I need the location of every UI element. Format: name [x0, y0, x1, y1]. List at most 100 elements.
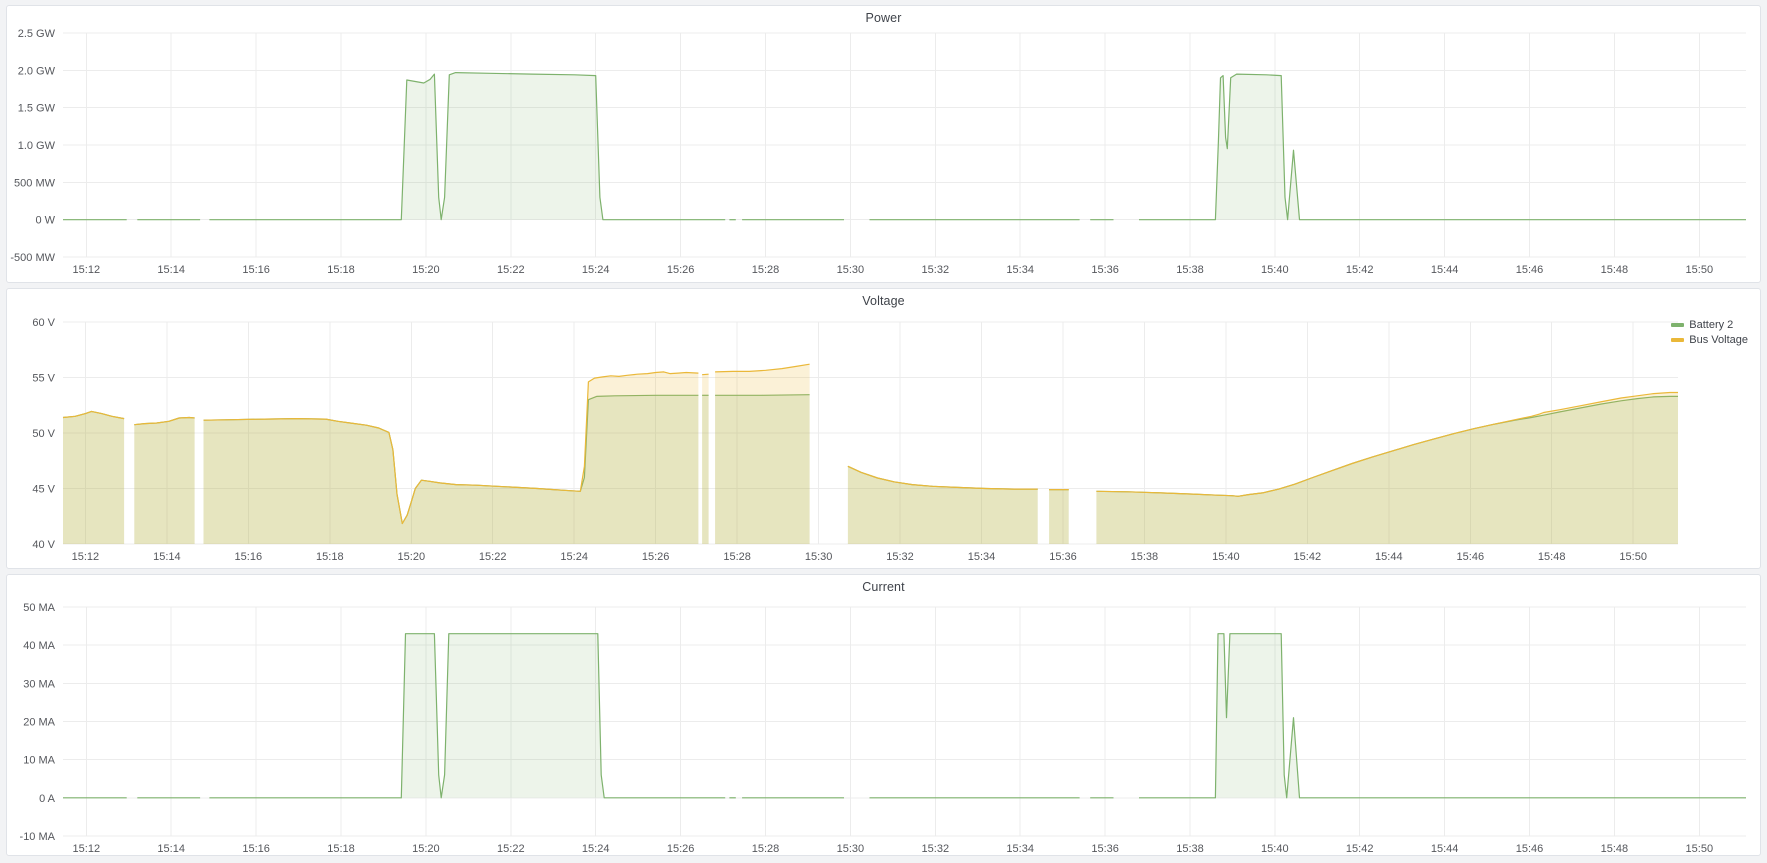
- x-tick-label: 15:32: [922, 843, 950, 855]
- x-tick-label: 15:46: [1457, 551, 1485, 563]
- power-area: [209, 73, 725, 220]
- x-tick-label: 15:44: [1431, 264, 1459, 276]
- x-tick-label: 15:28: [752, 264, 780, 276]
- x-tick-label: 15:22: [497, 264, 525, 276]
- x-tick-label: 15:48: [1601, 264, 1629, 276]
- bus-voltage-area: [1096, 393, 1678, 545]
- x-tick-label: 15:30: [837, 843, 865, 855]
- x-tick-label: 15:26: [667, 264, 695, 276]
- y-tick-label: 1.5 GW: [18, 103, 56, 115]
- x-tick-label: 15:46: [1516, 843, 1544, 855]
- x-tick-label: 15:36: [1091, 843, 1119, 855]
- y-tick-label: 40 MA: [23, 640, 55, 652]
- x-tick-label: 15:14: [157, 264, 185, 276]
- y-tick-label: 2.0 GW: [18, 65, 56, 77]
- legend-label-battery-2: Battery 2: [1689, 319, 1733, 331]
- x-tick-label: 15:18: [327, 264, 355, 276]
- x-tick-label: 15:18: [327, 843, 355, 855]
- x-tick-label: 15:12: [72, 551, 100, 563]
- y-tick-label: 30 MA: [23, 678, 55, 690]
- y-tick-label: 2.5 GW: [18, 28, 56, 40]
- x-tick-label: 15:26: [642, 551, 670, 563]
- y-tick-label: 55 V: [32, 373, 55, 385]
- x-tick-label: 15:32: [922, 264, 950, 276]
- x-tick-label: 15:12: [73, 264, 101, 276]
- x-tick-label: 15:40: [1261, 264, 1289, 276]
- y-tick-label: 0 W: [35, 215, 55, 227]
- legend-item-battery-2[interactable]: Battery 2: [1671, 319, 1748, 331]
- x-tick-label: 15:16: [235, 551, 263, 563]
- y-tick-label: 1.0 GW: [18, 140, 56, 152]
- current-panel: Current 15:1215:1415:1615:1815:2015:2215…: [6, 574, 1761, 856]
- x-tick-label: 15:28: [723, 551, 751, 563]
- x-tick-label: 15:20: [412, 264, 440, 276]
- x-tick-label: 15:14: [153, 551, 181, 563]
- legend: Battery 2 Bus Voltage: [1671, 319, 1748, 346]
- y-tick-label: 60 V: [32, 317, 55, 329]
- x-tick-label: 15:12: [73, 843, 101, 855]
- x-tick-label: 15:36: [1091, 264, 1119, 276]
- x-tick-label: 15:32: [886, 551, 914, 563]
- x-tick-label: 15:22: [497, 843, 525, 855]
- x-tick-label: 15:48: [1538, 551, 1566, 563]
- legend-item-bus-voltage[interactable]: Bus Voltage: [1671, 334, 1748, 346]
- x-tick-label: 15:16: [242, 264, 270, 276]
- x-tick-label: 15:24: [582, 843, 610, 855]
- y-tick-label: 10 MA: [23, 755, 55, 767]
- x-tick-label: 15:38: [1131, 551, 1159, 563]
- x-tick-label: 15:16: [242, 843, 270, 855]
- panel-title-power[interactable]: Power: [7, 11, 1760, 25]
- power-chart[interactable]: 15:12 15:14 15:16 15:18 15:20 15:22 15:24 15:26…: [7, 6, 1760, 282]
- bus-voltage-area: [702, 374, 709, 544]
- y-tick-label: 50 V: [32, 428, 55, 440]
- y-tick-label: 20 MA: [23, 717, 55, 729]
- current-area: [1139, 634, 1746, 798]
- series-swatch-bus-voltage: [1671, 338, 1684, 342]
- bus-voltage-area: [63, 411, 124, 544]
- x-tick-label: 15:36: [1049, 551, 1077, 563]
- x-tick-label: 15:26: [667, 843, 695, 855]
- y-tick-label: -10 MA: [20, 831, 56, 843]
- x-tick-label: 15:38: [1176, 843, 1204, 855]
- x-tick-label: 15:22: [479, 551, 507, 563]
- current-chart[interactable]: 15:12 15:14 15:16 15:18 15:20 15:22 15:24 15:26…: [7, 575, 1760, 855]
- panel-title-current[interactable]: Current: [7, 580, 1760, 594]
- x-tick-label: 15:42: [1346, 264, 1374, 276]
- x-tick-label: 15:40: [1261, 843, 1289, 855]
- bus-voltage-area: [1049, 490, 1069, 544]
- power-panel: Power 15:12 15:14 15:16 15:18 15:20 15:22 15:2…: [6, 5, 1761, 283]
- voltage-chart[interactable]: 15:1215:1415:1615:1815:2015:2215:2415:26…: [7, 289, 1760, 568]
- current-area: [209, 634, 725, 798]
- x-tick-label: 15:40: [1212, 551, 1240, 563]
- x-tick-label: 15:14: [157, 843, 185, 855]
- x-tick-label: 15:34: [1006, 264, 1034, 276]
- x-tick-label: 15:30: [837, 264, 865, 276]
- x-tick-label: 15:28: [752, 843, 780, 855]
- x-tick-label: 15:20: [412, 843, 440, 855]
- bus-voltage-area: [134, 418, 194, 545]
- series-swatch-battery-2: [1671, 323, 1684, 327]
- x-tick-label: 15:42: [1346, 843, 1374, 855]
- y-tick-label: 500 MW: [14, 177, 56, 189]
- bus-voltage-line: [702, 374, 709, 375]
- dashboard: Power 15:12 15:14 15:16 15:18 15:20 15:22 15:2…: [6, 5, 1761, 856]
- y-tick-label: 40 V: [32, 539, 55, 551]
- panel-title-voltage[interactable]: Voltage: [7, 294, 1760, 308]
- x-tick-label: 15:44: [1375, 551, 1403, 563]
- legend-label-bus-voltage: Bus Voltage: [1689, 334, 1748, 346]
- x-tick-label: 15:18: [316, 551, 344, 563]
- x-tick-label: 15:50: [1686, 843, 1714, 855]
- x-tick-label: 15:48: [1601, 843, 1629, 855]
- x-tick-label: 15:50: [1686, 264, 1714, 276]
- x-tick-label: 15:24: [582, 264, 610, 276]
- x-tick-label: 15:34: [968, 551, 996, 563]
- y-tick-label: 50 MA: [23, 602, 55, 614]
- bus-voltage-area: [204, 372, 699, 544]
- x-tick-label: 15:34: [1006, 843, 1034, 855]
- x-tick-label: 15:24: [560, 551, 588, 563]
- y-tick-label: 45 V: [32, 484, 55, 496]
- x-tick-label: 15:38: [1176, 264, 1204, 276]
- x-tick-label: 15:44: [1431, 843, 1459, 855]
- x-tick-label: 15:42: [1294, 551, 1322, 563]
- voltage-panel: Voltage 15:1215:1415:1615:1815:2015:2215…: [6, 288, 1761, 569]
